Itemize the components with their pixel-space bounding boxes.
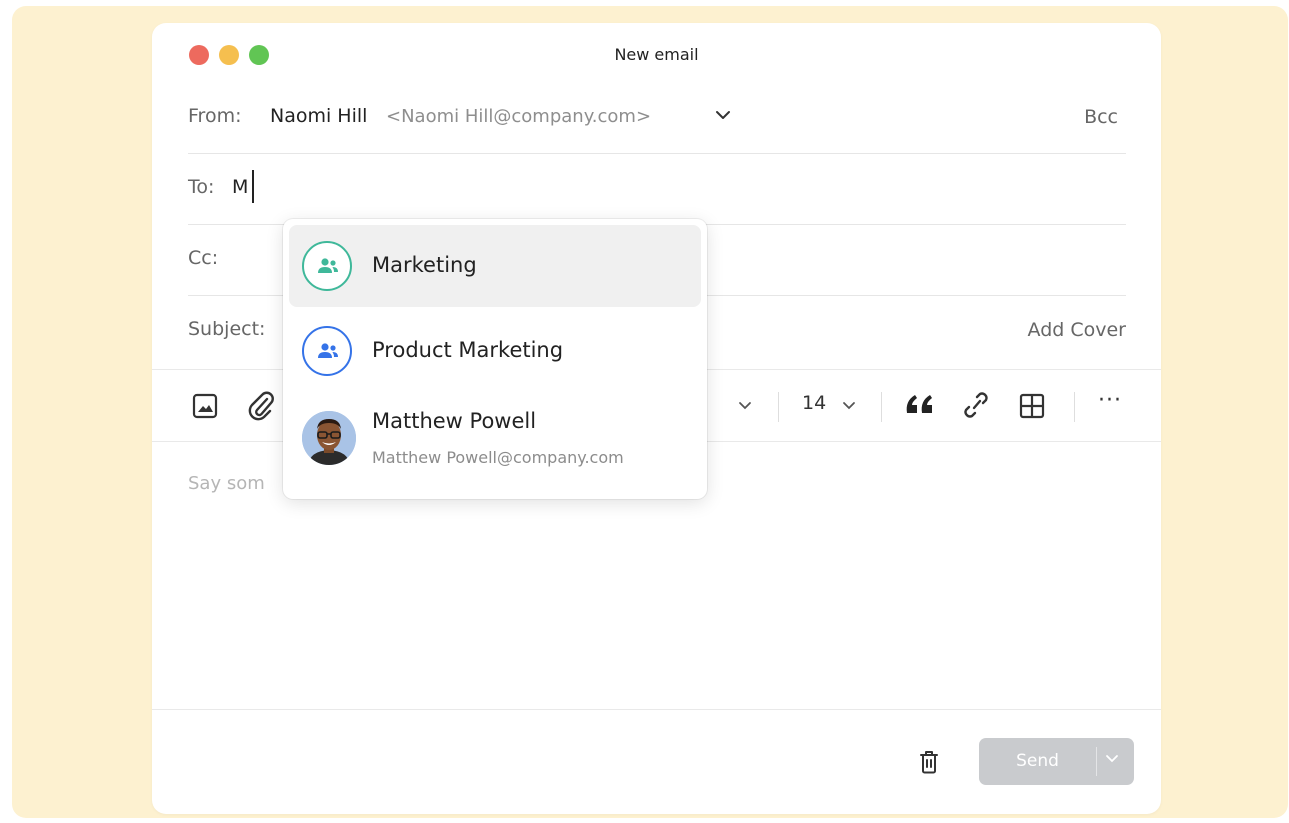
- bcc-button[interactable]: Bcc: [1084, 106, 1118, 128]
- font-size-select[interactable]: 14: [802, 392, 826, 414]
- to-input[interactable]: M: [232, 176, 248, 198]
- suggestion-email: Matthew Powell@company.com: [372, 448, 624, 467]
- toolbar-divider: [778, 392, 779, 422]
- footer-divider: [152, 709, 1161, 710]
- link-icon[interactable]: [962, 390, 990, 420]
- suggestion-name: Matthew Powell: [372, 409, 537, 433]
- group-avatar: [302, 326, 352, 376]
- avatar: [302, 411, 356, 465]
- to-row: To: M: [188, 154, 1126, 225]
- blockquote-icon[interactable]: [904, 391, 936, 417]
- table-icon[interactable]: [1018, 392, 1046, 420]
- title-bar: New email: [152, 23, 1161, 89]
- suggestion-name: Marketing: [372, 253, 477, 277]
- from-label: From:: [188, 105, 242, 127]
- suggestion-name: Product Marketing: [372, 338, 564, 362]
- cc-label: Cc:: [188, 247, 219, 269]
- from-name[interactable]: Naomi Hill: [270, 105, 367, 127]
- recipient-suggestions-dropdown: Marketing Product Marketing Matthew Powe…: [283, 219, 707, 499]
- font-size-chevron-icon[interactable]: [842, 401, 856, 411]
- group-icon: [318, 258, 338, 273]
- more-options-button[interactable]: ···: [1098, 388, 1122, 413]
- to-label: To:: [188, 176, 215, 198]
- from-row: From: Naomi Hill <Naomi Hill@company.com…: [188, 83, 1126, 154]
- person-photo: [302, 411, 356, 465]
- add-cover-button[interactable]: Add Cover: [1028, 319, 1126, 341]
- send-button-label: Send: [1016, 751, 1059, 771]
- toolbar-divider: [881, 392, 882, 422]
- attachment-icon[interactable]: [246, 390, 276, 422]
- suggestion-item-matthew-powell[interactable]: Matthew Powell Matthew Powell@company.co…: [289, 395, 701, 493]
- window-title: New email: [614, 45, 699, 64]
- subject-label: Subject:: [188, 318, 266, 340]
- suggestion-item-product-marketing[interactable]: Product Marketing: [289, 310, 701, 392]
- send-options-chevron-icon[interactable]: [1105, 754, 1119, 764]
- group-icon: [318, 343, 338, 358]
- font-dropdown-chevron-icon[interactable]: [738, 401, 752, 411]
- message-body[interactable]: Say som: [188, 473, 265, 494]
- delete-draft-icon[interactable]: [918, 750, 940, 774]
- toolbar-divider: [1074, 392, 1075, 422]
- send-button[interactable]: Send: [979, 738, 1134, 785]
- group-avatar: [302, 241, 352, 291]
- text-caret: [252, 170, 254, 203]
- suggestion-item-marketing[interactable]: Marketing: [289, 225, 701, 307]
- from-email[interactable]: <Naomi Hill@company.com>: [386, 106, 651, 127]
- send-button-divider: [1096, 747, 1097, 776]
- from-chevron-down-icon[interactable]: [714, 108, 732, 122]
- insert-image-icon[interactable]: [192, 393, 218, 419]
